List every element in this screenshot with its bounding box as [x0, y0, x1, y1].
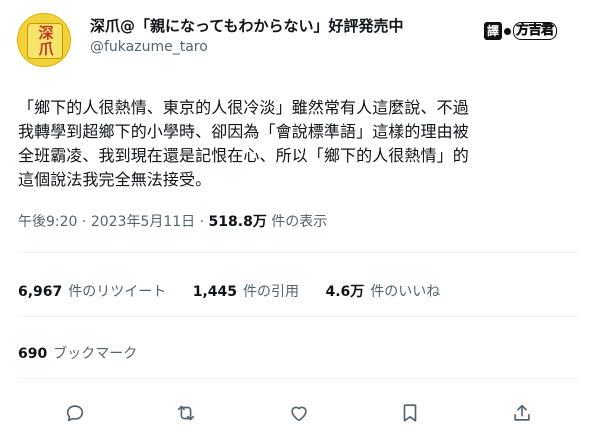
- retweets-label: 件のリツイート: [68, 284, 167, 300]
- retweets-stat[interactable]: 6,967 件のリツイート: [18, 284, 166, 300]
- tweet-text-line: 全班霸凌、我到現在還是記恨在心、所以「鄉下的人很熱情」的: [18, 146, 469, 165]
- like-button[interactable]: [287, 401, 311, 425]
- likes-count: 4.6万: [325, 284, 365, 300]
- tweet-date[interactable]: 2023年5月11日: [91, 214, 195, 230]
- divider: [18, 378, 580, 379]
- tweet-text: 「鄉下的人很熱情、東京的人很冷淡」雖然常有人這麼說、不過 我轉學到超鄉下的小學時…: [18, 96, 584, 192]
- quotes-count: 1,445: [192, 284, 238, 300]
- tweet-text-line: 「鄉下的人很熱情、東京的人很冷淡」雖然常有人這麼說、不過: [18, 98, 469, 117]
- quotes-stat[interactable]: 1,445 件の引用: [193, 284, 299, 300]
- translator-seal: 譯: [484, 22, 503, 40]
- share-icon: [514, 404, 530, 421]
- translator-name: 方吉君: [513, 22, 557, 40]
- likes-label: 件のいいね: [370, 284, 441, 300]
- tweet-text-line: 這個說法我完全無法接受。: [18, 170, 212, 189]
- reply-icon: [66, 405, 84, 422]
- share-button[interactable]: [510, 401, 534, 425]
- meta-separator: ·: [199, 214, 205, 230]
- bookmarks-stat[interactable]: 690 ブックマーク: [18, 343, 137, 363]
- meta-separator: ·: [81, 214, 87, 230]
- retweet-button[interactable]: [174, 401, 198, 425]
- user-handle[interactable]: @fukazume_taro: [90, 39, 208, 55]
- bookmarks-count: 690: [18, 346, 48, 362]
- tweet-text-line: 我轉學到超鄉下的小學時、卻因為「會說標準語」這樣的理由被: [18, 122, 469, 141]
- translator-watermark: 譯 方吉君: [484, 21, 557, 41]
- reply-button[interactable]: [63, 401, 87, 425]
- watermark-dot-icon: [504, 27, 512, 35]
- action-bar: [0, 393, 598, 433]
- bookmarks-label: ブックマーク: [53, 346, 138, 362]
- retweets-count: 6,967: [18, 284, 63, 300]
- divider: [18, 316, 580, 317]
- bookmark-icon: [403, 404, 417, 422]
- retweet-icon: [177, 405, 195, 421]
- engagement-stats: 6,967 件のリツイート 1,445 件の引用 4.6万 件のいいね: [18, 281, 462, 301]
- avatar-text: 深爪: [36, 25, 55, 57]
- avatar[interactable]: 深爪: [17, 13, 71, 67]
- tweet-time[interactable]: 午後9:20: [18, 214, 77, 230]
- views-count[interactable]: 518.8万: [209, 214, 267, 230]
- display-name[interactable]: 深爪@「親になってもわからない」好評発売中: [90, 15, 404, 36]
- quotes-label: 件の引用: [243, 284, 300, 300]
- avatar-image: 深爪: [27, 23, 63, 59]
- divider: [18, 252, 580, 253]
- views-label: 件の表示: [271, 214, 328, 230]
- bookmark-button[interactable]: [398, 401, 422, 425]
- tweet-meta: 午後9:20 · 2023年5月11日 · 518.8万 件の表示: [18, 211, 327, 231]
- like-icon: [291, 406, 307, 422]
- likes-stat[interactable]: 4.6万 件のいいね: [326, 284, 441, 300]
